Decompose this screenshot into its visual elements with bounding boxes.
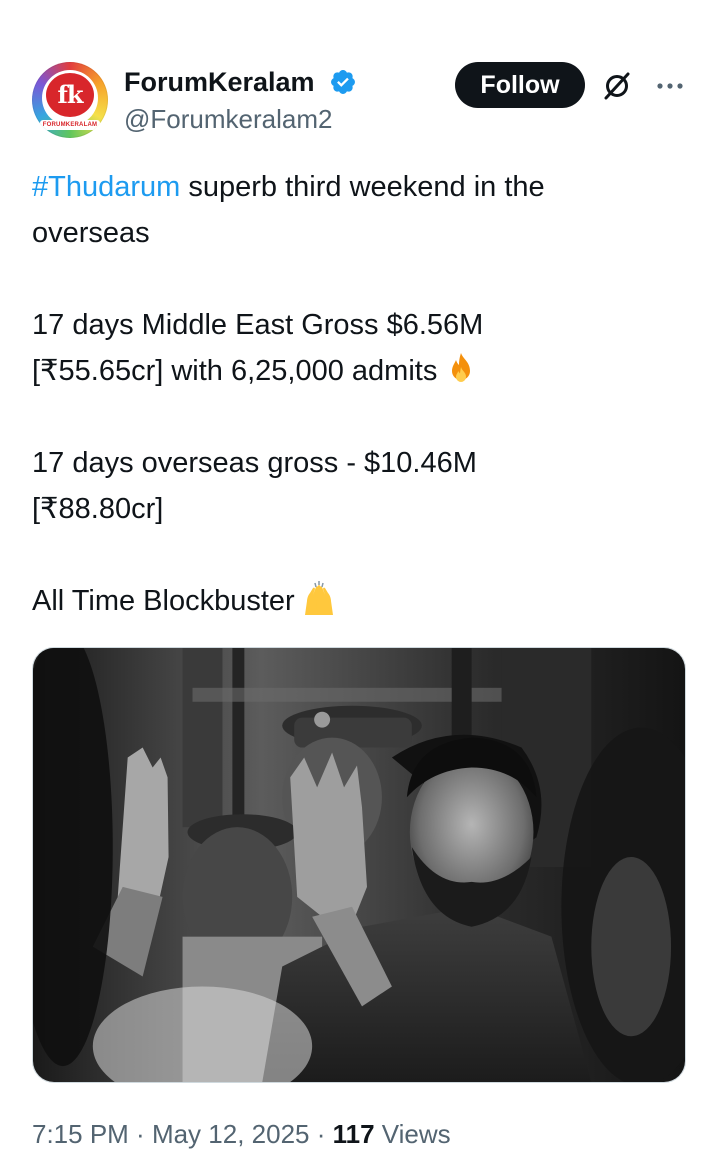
avatar[interactable]: fk FORUMKERALAM xyxy=(32,62,108,138)
tweet-line-5: 17 days overseas gross - $10.46M xyxy=(32,447,477,479)
meta-separator: · xyxy=(128,1119,152,1149)
tweet-date[interactable]: May 12, 2025 xyxy=(152,1119,310,1149)
tweet-card: fk FORUMKERALAM ForumKeralam @Forumkeral… xyxy=(0,0,704,1163)
tweet-photo[interactable] xyxy=(32,647,686,1083)
tweet-line-7-text: All Time Blockbuster xyxy=(32,585,295,617)
tweet-line-4: [₹55.65cr] with 6,25,000 admits xyxy=(32,348,672,394)
tweet-meta: 7:15 PM · May 12, 2025 · 117 Views xyxy=(32,1116,451,1152)
tweet-line-7: All Time Blockbuster xyxy=(32,578,672,624)
tweet-line-3: 17 days Middle East Gross $6.56M xyxy=(32,309,484,341)
tweet-line-4-text: [₹55.65cr] with 6,25,000 admits xyxy=(32,355,438,387)
photo-illustration xyxy=(33,648,685,1082)
views-count: 117 xyxy=(332,1119,375,1149)
grok-icon[interactable] xyxy=(599,68,635,104)
tweet-line-1: #Thudarum superb third weekend in the xyxy=(32,164,672,210)
tweet-line-6: [₹88.80cr] xyxy=(32,493,164,525)
tweet-text: #Thudarum superb third weekend in the ov… xyxy=(32,164,672,624)
tweet-line-2: overseas xyxy=(32,217,150,249)
author-handle[interactable]: @Forumkeralam2 xyxy=(124,103,332,135)
avatar-logo-text: fk xyxy=(46,73,94,117)
fire-emoji-icon xyxy=(452,353,471,382)
hashtag-link[interactable]: #Thudarum xyxy=(32,171,180,203)
follow-button[interactable]: Follow xyxy=(455,62,585,108)
tweet-time[interactable]: 7:15 PM xyxy=(32,1119,129,1149)
author-display-name[interactable]: ForumKeralam xyxy=(124,66,315,98)
meta-separator: · xyxy=(309,1119,333,1149)
tweet-line-1-text: superb third weekend in the xyxy=(180,171,545,203)
more-options-icon[interactable] xyxy=(652,68,688,104)
verified-badge-icon[interactable] xyxy=(329,68,357,96)
avatar-strip-text: FORUMKERALAM xyxy=(40,120,100,130)
raising-hands-emoji-icon xyxy=(304,581,333,615)
views-label: Views xyxy=(374,1119,451,1149)
